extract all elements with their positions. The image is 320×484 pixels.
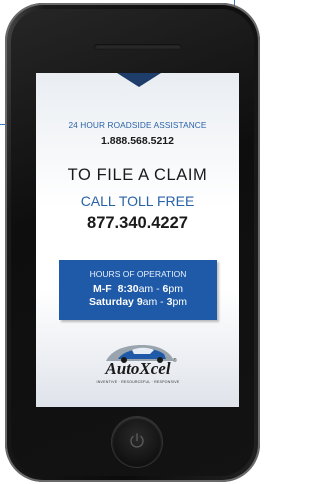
hours-weekday-end-suffix: pm (168, 283, 183, 295)
hours-title: HOURS OF OPERATION (89, 269, 187, 279)
hours-weekday-start: 8:30 (117, 283, 139, 295)
hours-weekday-separator: - (153, 283, 163, 295)
hours-saturday: Saturday 9am - 3pm (59, 296, 217, 308)
phone-screen: 24 HOUR ROADSIDE ASSISTANCE 1.888.568.52… (36, 73, 239, 407)
logo-tagline: INVENTIVE · RESOURCEFUL · RESPONSIVE (96, 380, 180, 384)
hours-saturday-separator: - (157, 296, 167, 308)
power-icon (130, 433, 144, 448)
toll-free-label: CALL TOLL FREE (80, 193, 195, 209)
speaker-grille (94, 44, 182, 50)
notch-indicator (117, 73, 161, 87)
hours-weekday-days: M-F (93, 283, 112, 295)
hours-saturday-days: Saturday (88, 296, 134, 308)
autoxcel-logo: AutoXcel ® INVENTIVE · RESOURCEFUL · RES… (88, 339, 188, 395)
claim-phone-number[interactable]: 877.340.4227 (36, 214, 239, 233)
hours-weekday: M-F 8:30am - 6pm (59, 283, 217, 295)
roadside-phone-number[interactable]: 1.888.568.5212 (36, 135, 239, 147)
home-button[interactable] (112, 417, 162, 467)
file-claim-heading: TO FILE A CLAIM (67, 166, 208, 184)
roadside-assistance-title: 24 HOUR ROADSIDE ASSISTANCE (68, 120, 207, 130)
hours-weekday-start-suffix: am (138, 283, 154, 295)
phone-device: 24 HOUR ROADSIDE ASSISTANCE 1.888.568.52… (5, 3, 260, 482)
registered-mark: ® (173, 358, 177, 364)
hours-saturday-end-suffix: pm (172, 296, 188, 308)
hours-saturday-start-suffix: am (142, 296, 158, 308)
hours-of-operation-box: HOURS OF OPERATION M-F 8:30am - 6pm Satu… (59, 260, 217, 320)
